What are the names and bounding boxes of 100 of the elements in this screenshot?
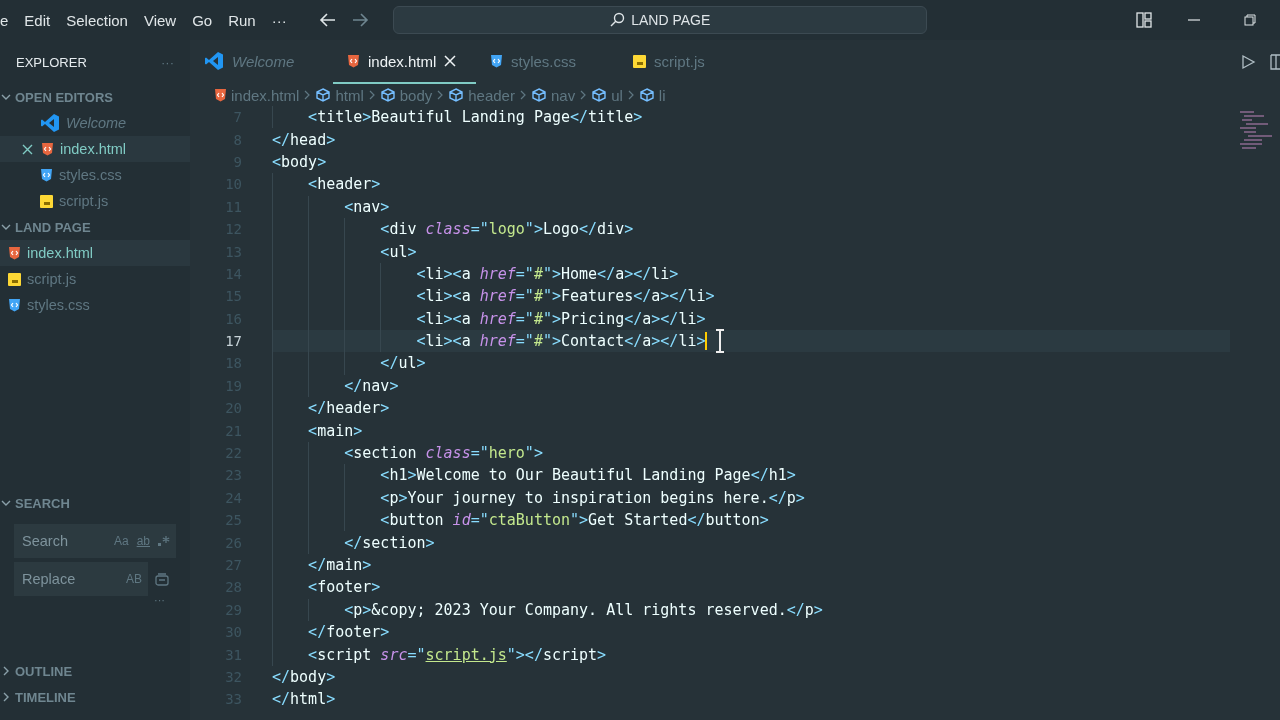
file-item[interactable]: script.js [0,266,190,292]
breadcrumb[interactable]: nav [530,86,576,104]
breadcrumb[interactable]: li [638,86,666,104]
code-line: </head> [272,130,336,149]
forward-arrow-icon[interactable] [350,12,369,28]
explorer-title: EXPLORER [16,54,87,70]
section-title[interactable]: SEARCH [15,495,70,511]
breadcrumb[interactable]: index.html [214,86,300,104]
restore-icon[interactable] [1244,14,1256,26]
element-icon [448,87,465,103]
code-line: <header> [308,175,381,194]
element-icon [591,87,608,103]
more-actions[interactable]: ··· [161,54,174,70]
code-line: <li><a href="#">Features</a></li> [416,287,715,306]
code-line: <h1>Welcome to Our Beautiful Landing Page</h1> [380,466,796,485]
chevron-right-icon [367,90,376,100]
code-line: </ul> [380,354,426,373]
code-line: <div class="logo">Logo</div> [380,220,634,239]
code-line: <nav> [344,197,390,216]
menu-item[interactable]: ··· [263,11,295,29]
editor-logo-icon [40,113,60,133]
editor-tab[interactable]: Welcome [190,40,333,84]
breadcrumb[interactable]: html [315,86,364,104]
code-line: <button id="ctaButton">Get Started</button> [380,511,769,530]
code-line: </footer> [308,623,390,642]
chevron-right-icon [518,90,527,100]
layout-icon[interactable] [1136,12,1152,28]
code-line: <footer> [308,578,381,597]
code-line: </nav> [344,376,399,395]
chevron-right-icon [303,90,312,100]
run-icon[interactable] [1240,54,1256,70]
js-file-icon [8,272,21,286]
code-line: <li><a href="#">Pricing</a></li> [416,309,706,328]
chevron-right-icon [579,90,588,100]
code-line: <script src="script.js"></script> [308,645,607,664]
element-icon [530,87,547,103]
code-line: <ul> [380,242,417,261]
code-line: </section> [344,533,435,552]
chevron-right-icon [626,90,635,100]
regex-icon[interactable] [158,535,170,547]
menu-item[interactable]: e [0,11,17,29]
editor-tab[interactable]: index.html [333,40,476,84]
split-editor-icon[interactable] [1270,54,1280,70]
code-line: </main> [308,556,372,574]
mouse-cursor-icon [715,329,726,354]
search-icon [609,12,626,28]
breadcrumb[interactable]: body [379,86,433,104]
css-file-icon [8,298,21,312]
editor-logo-icon [204,51,224,71]
menu-item[interactable]: Edit [16,11,59,29]
file-item[interactable]: index.html [0,240,190,266]
command-center[interactable]: LAND PAGE [392,6,927,34]
editor-tab[interactable]: script.js [619,40,762,84]
js-file-icon [633,54,646,68]
file-item[interactable]: styles.css [0,162,190,188]
html-file-icon [8,246,21,260]
element-icon [315,87,332,103]
file-item[interactable]: styles.css [0,292,190,318]
html-file-icon [214,88,227,102]
code-line: <p>&copy; 2023 Your Company. All rights reserved.</p> [344,600,823,619]
search-field[interactable]: Search Aa ab [14,524,176,558]
code-line: <title>Beautiful Landing Page</title> [308,108,643,127]
file-item[interactable]: Welcome [0,110,190,136]
code-line: </html> [272,690,336,709]
section-title[interactable]: OUTLINE [15,663,73,679]
file-item[interactable]: script.js [0,188,190,214]
breadcrumb[interactable]: ul [591,86,623,104]
menu-item[interactable]: Selection [58,11,136,29]
code-line: </header> [308,399,390,418]
html-file-icon [347,54,360,68]
whole-word-toggle[interactable]: ab [136,534,150,548]
editor-tab[interactable]: styles.css [476,40,619,84]
html-file-icon [41,142,54,156]
text-cursor [705,332,708,351]
code-line: <main> [308,421,363,440]
menu-item[interactable]: Run [220,11,264,29]
section-title[interactable]: OPEN EDITORS [15,89,113,105]
css-file-icon [490,54,503,68]
element-icon [638,87,655,103]
more-options[interactable]: ··· [154,594,190,606]
close-icon[interactable] [22,143,33,155]
code-line: <section class="hero"> [344,444,543,463]
section-title[interactable]: TIMELINE [15,689,76,705]
code-line: <li><a href="#">Contact</a></li> [416,332,706,351]
breadcrumb[interactable]: header [448,86,515,104]
code-line: <p>Your journey to inspiration begins here.</p> [380,488,805,507]
match-case-toggle[interactable]: Aa [113,534,129,548]
preserve-case-toggle[interactable]: AB [126,572,142,586]
replace-field[interactable]: Replace AB [14,562,148,596]
replace-all-icon[interactable] [154,571,170,587]
css-file-icon [40,168,53,182]
file-item[interactable]: index.html [0,136,190,162]
line-number: 17 [224,333,242,350]
chevron-right-icon [436,90,445,100]
code-line: <body> [272,152,327,171]
menu-item[interactable]: Go [184,11,221,29]
section-title[interactable]: LAND PAGE [15,219,91,235]
code-line: <li><a href="#">Home</a></li> [416,264,679,283]
menu-item[interactable]: View [135,11,185,29]
back-arrow-icon[interactable] [318,12,337,28]
